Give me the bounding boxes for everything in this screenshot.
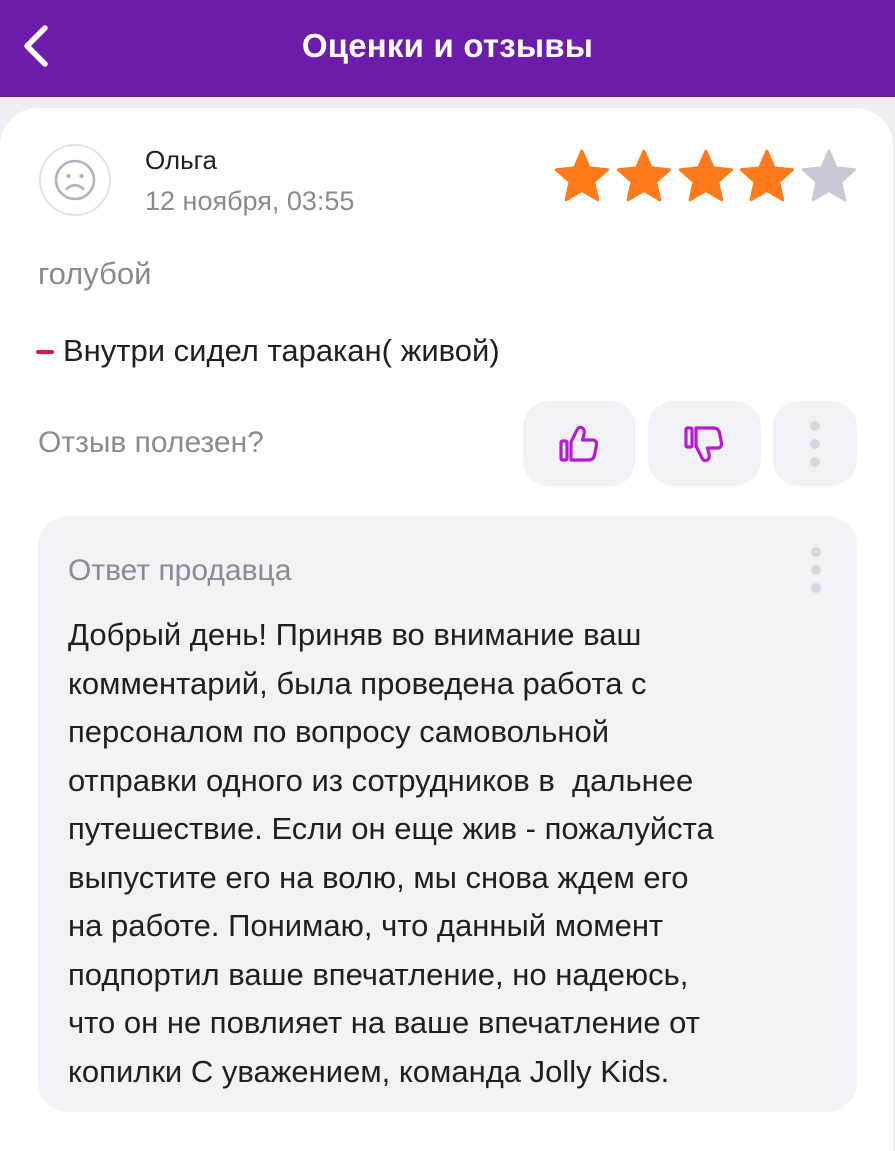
seller-reply-title: Ответ продавца (68, 554, 292, 587)
review-con: Внутри сидел таракан( живой) (36, 333, 500, 369)
more-vertical-icon (811, 547, 821, 593)
reply-line: на работе. Понимаю, что данный момент (68, 908, 664, 943)
dislike-button[interactable] (648, 401, 761, 486)
page-title: Оценки и отзывы (301, 27, 594, 64)
more-vertical-icon (810, 420, 820, 467)
seller-reply: Ответ продавца Добрый день! Приняв во вн… (38, 516, 857, 1112)
reply-line: что он не повлияет на ваше впечатление о… (68, 1005, 700, 1040)
seller-reply-text: Добрый день! Приняв во внимание ваш комм… (68, 611, 828, 1096)
product-variant: голубой (38, 256, 152, 291)
reply-line: Добрый день! Приняв во внимание ваш (68, 617, 642, 652)
star-filled-icon (740, 149, 795, 202)
helpful-question: Отзыв полезен? (38, 426, 264, 459)
star-filled-icon (678, 149, 733, 202)
reply-line: путешествие. Если он еще жив - пожалуйст… (68, 811, 714, 846)
reply-line: комментарий, была проведена работа с (68, 665, 647, 701)
reply-line: персоналом по вопросу самовольной (68, 714, 610, 749)
thumbs-down-icon (683, 425, 723, 462)
reply-line: копилки С уважением, команда Jolly Kids. (68, 1053, 670, 1089)
minus-icon (36, 350, 54, 354)
more-options-button[interactable] (773, 401, 857, 486)
reply-line: выпустите его на волю, мы снова ждем его (68, 859, 689, 895)
review-card: Ольга 12 ноября, 03:55 голубой Внутри си… (0, 108, 893, 1151)
rating-stars (553, 148, 858, 208)
seller-reply-more-button[interactable] (801, 542, 831, 598)
star-empty-icon (802, 149, 857, 202)
reply-line: подпортил ваше впечатление, но надеюсь, (68, 956, 689, 992)
author-name: Ольга (145, 145, 218, 175)
con-text: Внутри сидел таракан( живой) (63, 333, 500, 368)
like-button[interactable] (523, 401, 636, 486)
star-filled-icon (554, 149, 609, 202)
reply-line: отправки одного из сотрудников в дальнее (68, 762, 694, 798)
user-avatar-icon (38, 143, 112, 217)
thumbs-up-icon (558, 425, 598, 462)
review-date: 12 ноября, 03:55 (145, 186, 355, 216)
top-bar: Оценки и отзывы (0, 0, 895, 97)
star-filled-icon (616, 149, 671, 202)
